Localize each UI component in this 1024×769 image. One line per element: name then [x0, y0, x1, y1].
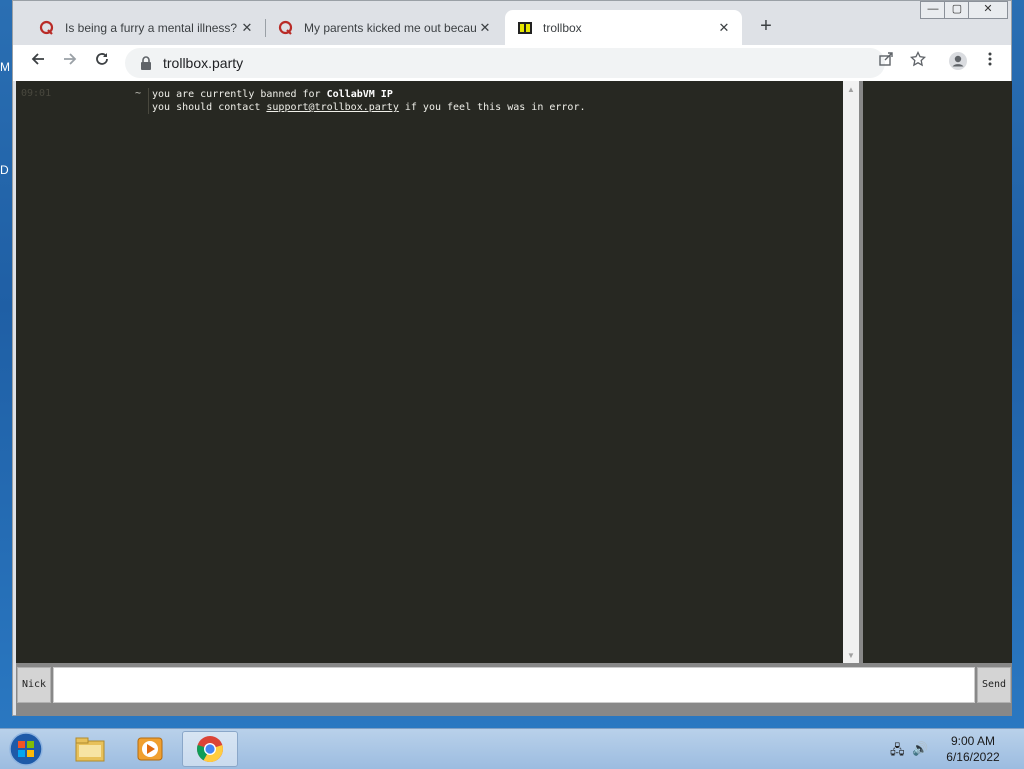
system-clock[interactable]: 9:00 AM 6/16/2022 [930, 733, 1016, 765]
nick-button[interactable]: Nick [17, 667, 51, 703]
star-icon [909, 50, 927, 67]
minimize-button[interactable]: — [920, 1, 946, 19]
taskbar: 🖧 🔊 9:00 AM 6/16/2022 [0, 728, 1024, 769]
address-bar[interactable]: trollbox.party [125, 48, 885, 78]
maximize-button[interactable]: ▢ [944, 1, 970, 19]
ban-text: you are currently banned for [152, 89, 327, 100]
chat-input-bar: Nick Send [16, 663, 1012, 712]
quora-icon [39, 20, 54, 35]
back-arrow-icon [31, 53, 44, 65]
taskbar-media-player[interactable] [126, 731, 174, 767]
clock-time: 9:00 AM [950, 734, 996, 748]
tab-title: trollbox [543, 20, 582, 35]
url-text: trollbox.party [163, 55, 244, 71]
message-time: 09:01 [21, 88, 52, 99]
reload-button[interactable] [90, 51, 114, 75]
trollbox-icon [518, 21, 532, 34]
user-list-panel [863, 81, 1012, 663]
chrome-icon [197, 736, 223, 763]
profile-button[interactable] [946, 51, 970, 75]
menu-button[interactable] [978, 51, 1002, 75]
network-icon[interactable]: 🖧 [890, 741, 905, 763]
tab-strip: Is being a furry a mental illness? ✕ My … [13, 1, 1011, 45]
profile-avatar-icon [949, 52, 967, 70]
lock-icon [141, 56, 151, 70]
tab-furry-question[interactable]: Is being a furry a mental illness? ✕ [27, 10, 265, 45]
share-icon [879, 52, 893, 66]
windows-start-orb-icon [9, 732, 43, 766]
forward-button[interactable] [58, 51, 82, 75]
reload-icon [96, 53, 108, 65]
quora-icon [278, 20, 293, 35]
back-button[interactable] [26, 51, 50, 75]
clock-date: 6/16/2022 [946, 750, 1000, 764]
share-button[interactable] [874, 51, 898, 75]
message-body: you are currently banned for CollabVM IP… [148, 88, 585, 114]
desktop-icon-label-m: M [0, 60, 10, 74]
tab-title: My parents kicked me out becau [304, 20, 477, 35]
media-player-icon [137, 737, 163, 761]
taskbar-explorer[interactable] [66, 731, 114, 767]
browser-window: Is being a furry a mental illness? ✕ My … [12, 0, 1012, 716]
ban-reason: CollabVM IP [326, 89, 393, 100]
desktop-icon-label-d: D [0, 163, 9, 177]
message-nick: ~ [135, 88, 142, 99]
tab-trollbox[interactable]: trollbox ✕ [505, 10, 742, 45]
kebab-menu-icon [988, 52, 992, 66]
contact-suffix: if you feel this was in error. [398, 102, 586, 113]
chat-scrollbar[interactable]: ▲ ▼ [843, 81, 859, 663]
tab-close-icon[interactable]: ✕ [239, 20, 255, 36]
volume-icon[interactable]: 🔊 [912, 741, 928, 757]
tab-close-icon[interactable]: ✕ [477, 20, 493, 36]
start-button[interactable] [4, 731, 48, 767]
forward-arrow-icon [64, 53, 77, 65]
tab-parents-question[interactable]: My parents kicked me out becau ✕ [266, 10, 503, 45]
taskbar-chrome[interactable] [182, 731, 238, 767]
support-email-link[interactable]: support@trollbox.party [266, 102, 398, 113]
tab-title: Is being a furry a mental illness? [65, 20, 238, 35]
tab-close-icon[interactable]: ✕ [716, 20, 732, 36]
send-button[interactable]: Send [977, 667, 1011, 703]
scroll-up-arrow-icon[interactable]: ▲ [843, 85, 859, 94]
scroll-down-arrow-icon[interactable]: ▼ [843, 651, 859, 660]
trollbox-page: 09:01 ~ you are currently banned for Col… [16, 81, 1012, 716]
message-input[interactable] [53, 667, 975, 703]
browser-toolbar: trollbox.party [13, 45, 1011, 81]
contact-text: you should contact [152, 102, 267, 113]
chat-log[interactable]: 09:01 ~ you are currently banned for Col… [16, 81, 843, 663]
new-tab-button[interactable]: + [754, 15, 778, 39]
folder-icon [75, 737, 105, 762]
bookmark-button[interactable] [906, 50, 930, 75]
close-window-button[interactable]: ✕ [968, 1, 1008, 19]
